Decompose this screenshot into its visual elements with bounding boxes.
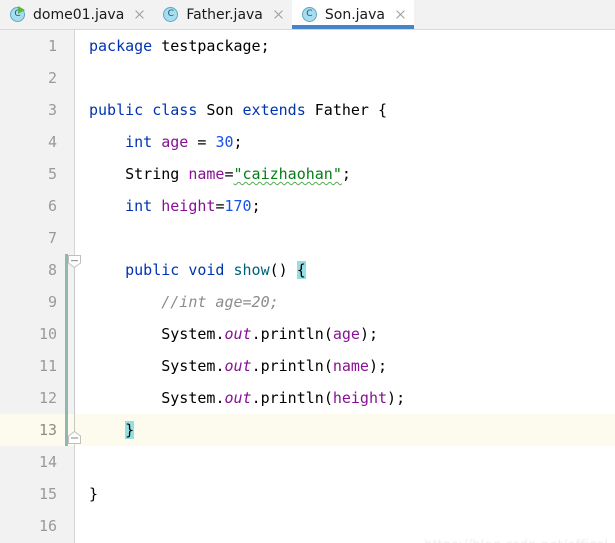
code-line-1[interactable]: package testpackage; xyxy=(89,30,270,62)
editor-tab-father[interactable]: C Father.java xyxy=(153,0,292,29)
code-line-6[interactable]: int height=170; xyxy=(89,190,261,222)
argument-name: name xyxy=(332,357,369,375)
argument-height: height xyxy=(332,389,388,407)
matching-brace-close: } xyxy=(125,421,135,439)
code-line-10[interactable]: System.out.println(age); xyxy=(89,318,378,350)
argument-age: age xyxy=(332,325,360,343)
java-class-icon-letter: C xyxy=(167,8,174,19)
editor-tab-label: dome01.java xyxy=(33,6,125,23)
code-line-11[interactable]: System.out.println(name); xyxy=(89,350,387,382)
java-class-icon: C xyxy=(163,6,179,23)
editor-tab-son-active[interactable]: C Son.java xyxy=(291,0,415,29)
static-field-out: out xyxy=(224,389,252,407)
semicolon: ; xyxy=(251,197,261,215)
method-println: println xyxy=(260,357,324,375)
line-comment: //int age=20; xyxy=(161,293,279,311)
keyword-package: package xyxy=(89,37,153,55)
code-line-5[interactable]: String name="caizhaohan"; xyxy=(89,158,351,190)
operator-assign: = xyxy=(224,165,234,183)
semicolon: ; xyxy=(233,133,243,151)
java-class-icon: C xyxy=(301,6,318,23)
keyword-class: class xyxy=(152,101,198,119)
package-name: testpackage; xyxy=(161,37,270,55)
method-println: println xyxy=(260,325,324,343)
editor-tab-dome01[interactable]: C dome01.java xyxy=(0,0,153,29)
literal-name-value: "caizhaohan" xyxy=(233,165,342,183)
run-arrow-icon xyxy=(18,5,25,14)
code-editor[interactable]: 1 2 3 4 5 6 7 8 9 10 11 12 13 14 15 16 p… xyxy=(0,30,615,543)
java-runnable-class-icon: C xyxy=(10,5,26,23)
class-system: System xyxy=(161,325,216,343)
class-name: Son xyxy=(206,101,234,119)
class-system: System xyxy=(161,357,216,375)
close-icon[interactable] xyxy=(272,9,284,21)
editor-tab-label: Father.java xyxy=(186,6,263,23)
keyword-int: int xyxy=(125,133,153,151)
watermark-text: https://blog.csdn.net/offical xyxy=(424,538,608,543)
close-icon[interactable] xyxy=(394,9,406,21)
type-string: String xyxy=(125,165,180,183)
matching-brace-open: { xyxy=(296,261,306,279)
code-line-8[interactable]: public void show() { xyxy=(89,254,306,286)
field-name: name xyxy=(188,165,225,183)
static-field-out: out xyxy=(224,357,252,375)
code-line-13[interactable]: } xyxy=(89,414,135,446)
literal-age-value: 30 xyxy=(215,133,234,151)
class-system: System xyxy=(161,389,216,407)
editor-tab-label: Son.java xyxy=(324,6,385,23)
class-close-brace: } xyxy=(89,485,99,503)
keyword-public: public xyxy=(125,261,180,279)
keyword-void: void xyxy=(188,261,225,279)
code-line-12[interactable]: System.out.println(height); xyxy=(89,382,405,414)
idea-editor-window: C dome01.java C Father.java C Son.java 1… xyxy=(0,0,615,543)
keyword-int: int xyxy=(125,197,153,215)
code-line-3[interactable]: public class Son extends Father { xyxy=(89,94,387,126)
java-class-icon-letter: C xyxy=(306,8,313,19)
superclass-name: Father xyxy=(314,101,369,119)
keyword-extends: extends xyxy=(242,101,306,119)
code-text-layer[interactable]: package testpackage; public class Son ex… xyxy=(0,30,615,543)
editor-tab-bar: C dome01.java C Father.java C Son.java xyxy=(0,0,615,30)
method-name-show: show xyxy=(233,261,270,279)
static-field-out: out xyxy=(224,325,252,343)
method-println: println xyxy=(260,389,324,407)
method-parens: () xyxy=(269,261,288,279)
code-line-9[interactable]: //int age=20; xyxy=(89,286,279,318)
keyword-public: public xyxy=(89,101,144,119)
literal-height-value: 170 xyxy=(224,197,252,215)
close-icon[interactable] xyxy=(133,9,145,21)
field-age: age xyxy=(161,133,189,151)
class-open-brace: { xyxy=(378,101,388,119)
semicolon: ; xyxy=(341,165,351,183)
code-line-4[interactable]: int age = 30; xyxy=(89,126,243,158)
field-height: height xyxy=(161,197,216,215)
code-line-15[interactable]: } xyxy=(89,478,98,510)
